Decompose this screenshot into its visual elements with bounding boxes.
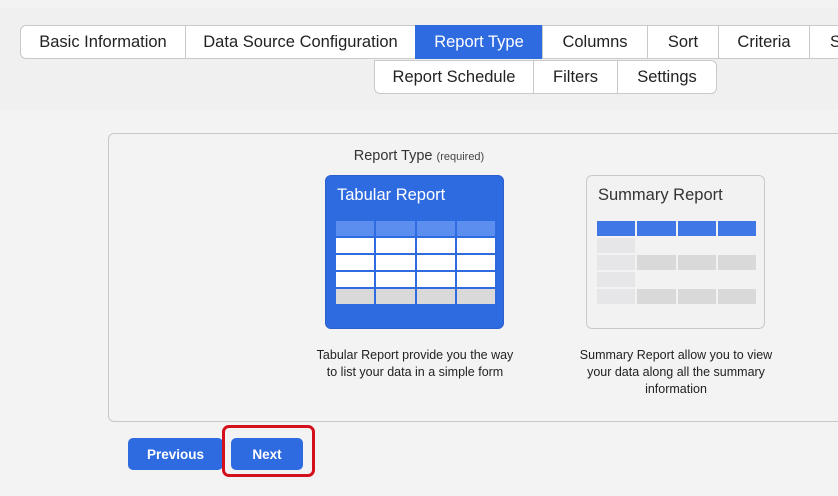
tab-report-schedule[interactable]: Report Schedule [374, 60, 534, 94]
summary-report-title: Summary Report [598, 186, 723, 204]
report-type-label-text: Report Type [353, 148, 433, 164]
report-type-label: Report Type (required) [0, 148, 838, 164]
tab-truncated[interactable]: S [809, 25, 838, 59]
tab-criteria[interactable]: Criteria [718, 25, 810, 59]
tab-truncated-label: S [830, 32, 838, 51]
tab-columns[interactable]: Columns [542, 25, 648, 59]
summary-report-option[interactable]: Summary Report [586, 175, 765, 329]
tab-report-type[interactable]: Report Type [415, 25, 543, 59]
tabular-report-description: Tabular Report provide you the way to li… [316, 348, 514, 379]
tabular-report-grid-icon [336, 221, 495, 304]
tab-basic-information[interactable]: Basic Information [20, 25, 186, 59]
summary-report-grid-icon [597, 221, 756, 304]
tab-settings[interactable]: Settings [617, 60, 717, 94]
required-hint: (required) [436, 151, 485, 163]
tab-filters[interactable]: Filters [533, 60, 618, 94]
tabular-report-title: Tabular Report [337, 186, 446, 204]
tab-sort[interactable]: Sort [647, 25, 719, 59]
tabular-report-option[interactable]: Tabular Report [325, 175, 504, 329]
tab-data-source-configuration[interactable]: Data Source Configuration [185, 25, 416, 59]
tab-bar-background [0, 8, 838, 110]
next-button-highlight [222, 425, 315, 477]
previous-button[interactable]: Previous [128, 438, 223, 470]
summary-report-description: Summary Report allow you to view your da… [579, 348, 773, 396]
